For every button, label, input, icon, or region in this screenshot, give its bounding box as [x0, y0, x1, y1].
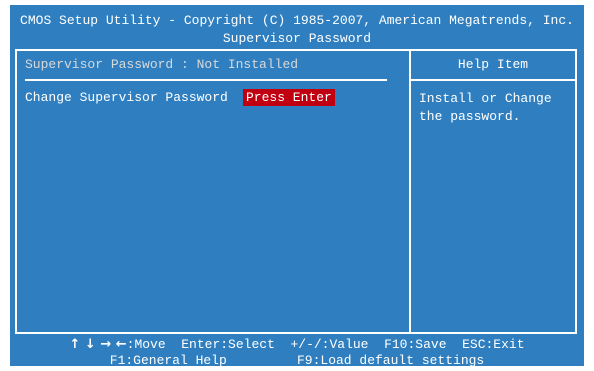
- help-divider: [411, 79, 575, 81]
- status-divider: [25, 79, 387, 81]
- footer-keys-line1: ↑ ↓ → ←:Move Enter:Select +/-/:Value F10…: [10, 337, 584, 352]
- page-title: Supervisor Password: [222, 31, 372, 46]
- change-supervisor-password-label: Change Supervisor Password: [25, 90, 228, 105]
- bios-screen: CMOS Setup Utility - Copyright (C) 1985-…: [10, 5, 584, 368]
- footer-keys-line2: F1:General Help F9:Load default settings: [109, 353, 485, 368]
- header-copyright: CMOS Setup Utility - Copyright (C) 1985-…: [20, 13, 574, 28]
- main-frame: Supervisor Password : Not Installed Help…: [15, 49, 577, 334]
- help-text: Install or Change the password.: [419, 91, 552, 124]
- arrow-keys-icon: ↑ ↓ → ←: [69, 337, 127, 352]
- press-enter-button[interactable]: Press Enter: [243, 89, 335, 106]
- footer-keys-text: :Move Enter:Select +/-/:Value F10:Save E…: [126, 337, 525, 352]
- password-status: Supervisor Password : Not Installed: [25, 57, 299, 72]
- help-title: Help Item: [457, 57, 529, 72]
- column-divider: [409, 51, 411, 332]
